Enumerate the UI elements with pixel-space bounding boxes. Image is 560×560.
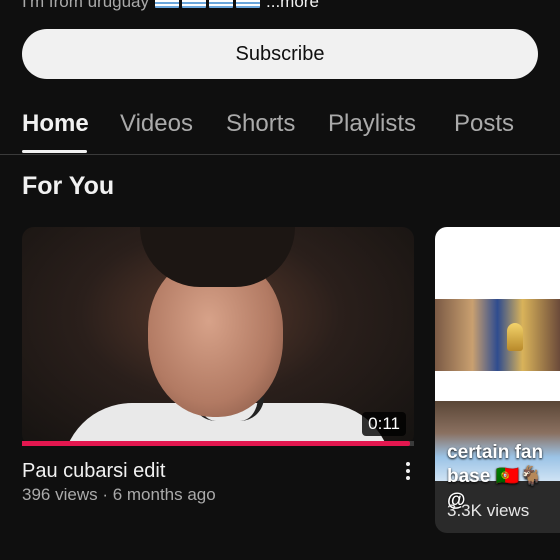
duration-badge: 0:11 [362,412,406,436]
short-thumbnail-top [435,299,560,371]
short-card[interactable]: certain fan base 🇵🇹🐐@ 3.3K views [435,227,560,533]
channel-description-text: I'm from uruguay [22,0,150,11]
tab-playlists[interactable]: Playlists [328,110,416,138]
video-meta: 396 views · 6 months ago [22,485,216,504]
more-vert-icon[interactable] [398,460,418,482]
tab-posts[interactable]: Posts [454,110,514,138]
tab-shorts[interactable]: Shorts [226,110,295,138]
uruguay-flag-icon [182,0,207,8]
uruguay-flag-icon [155,0,180,8]
uruguay-flag-icon [236,0,261,8]
tab-home[interactable]: Home [22,110,89,138]
channel-description[interactable]: I'm from uruguay ...more [22,0,319,13]
tab-videos[interactable]: Videos [120,110,193,138]
trophy-icon [507,323,523,351]
uruguay-flag-icons [155,0,261,8]
section-title: For You [22,172,115,200]
watch-progress-fill [22,441,411,446]
more-link[interactable]: ...more [266,0,319,12]
subscribe-button[interactable]: Subscribe [22,29,538,79]
channel-tabs: Home Videos Shorts Playlists Posts [0,96,560,155]
active-tab-indicator [22,150,87,153]
short-views: 3.3K views [447,501,530,520]
uruguay-flag-icon [209,0,234,8]
video-thumbnail[interactable]: 0:11 [22,227,414,446]
video-title[interactable]: Pau cubarsi edit [22,460,165,483]
watch-progress-bar [22,441,414,446]
thumbnail-hair [140,227,295,287]
